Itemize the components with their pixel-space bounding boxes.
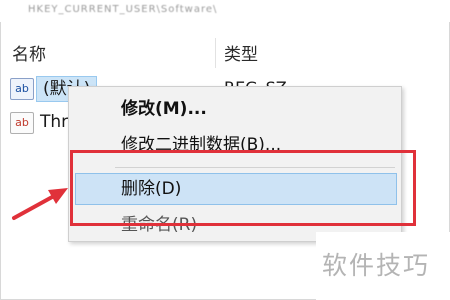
- watermark: 软件技巧: [316, 232, 450, 300]
- value-name: Thr: [40, 112, 69, 132]
- string-value-icon: ab: [10, 112, 34, 134]
- annotation-arrow-icon: [12, 188, 68, 220]
- menu-item-modify[interactable]: 修改(M)...: [121, 97, 207, 121]
- string-value-icon: ab: [10, 78, 34, 100]
- type-column-header[interactable]: 类型: [224, 40, 258, 65]
- name-column-header[interactable]: 名称: [12, 40, 46, 65]
- address-bar: HKEY_CURRENT_USER\Software\: [0, 0, 450, 22]
- column-header: 名称 类型: [0, 38, 450, 68]
- address-text: HKEY_CURRENT_USER\Software\: [28, 4, 218, 15]
- column-divider[interactable]: [215, 38, 216, 68]
- watermark-text: 软件技巧: [322, 251, 431, 280]
- annotation-highlight-box: [70, 150, 416, 226]
